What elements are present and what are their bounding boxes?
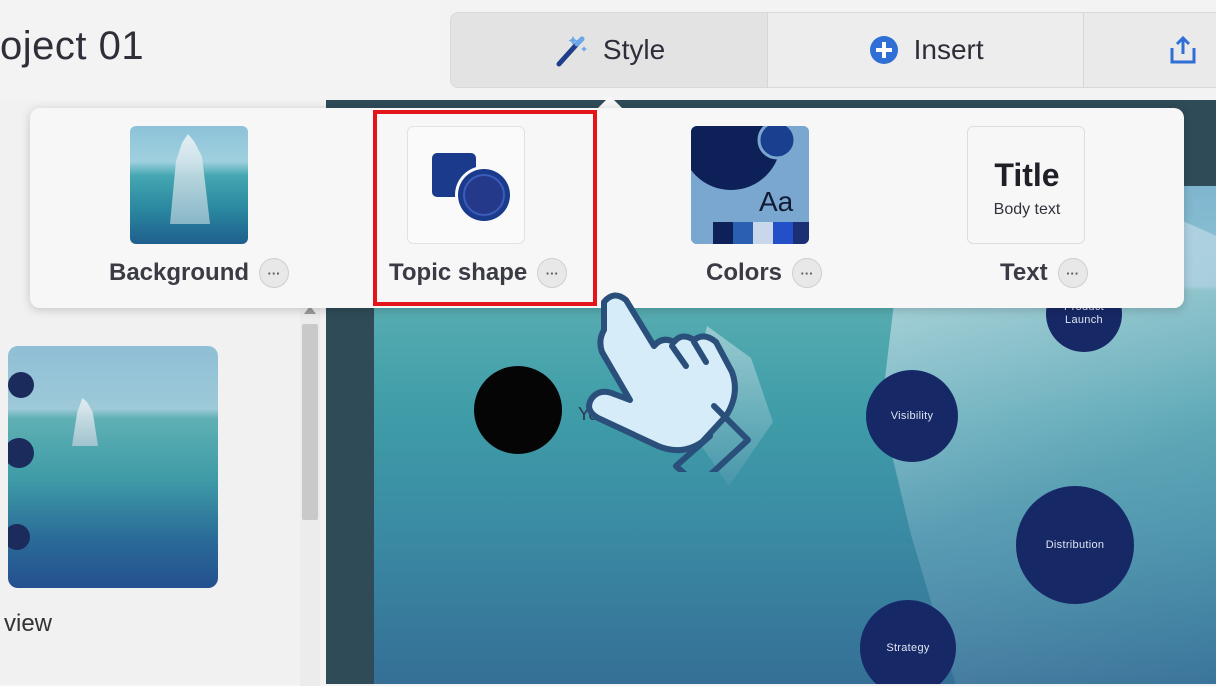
tab-insert-label: Insert: [913, 34, 984, 65]
tab-style-label: Style: [602, 34, 666, 65]
text-label: Text: [1000, 259, 1048, 286]
thumbnail-topic: [8, 372, 34, 398]
thumbnail-topic: [8, 438, 34, 468]
project-title[interactable]: oject 01: [0, 24, 144, 69]
text-more-button[interactable]: ···: [1057, 258, 1088, 288]
iceberg-graphic: [170, 134, 210, 224]
thumbnail-topic: [8, 524, 30, 550]
topic-visibility[interactable]: Visibility: [866, 370, 958, 462]
thumbnail-iceberg: [72, 398, 98, 446]
toolbar-tabs: Style Insert: [450, 12, 1216, 88]
colors-option-preview[interactable]: Aa: [691, 126, 809, 244]
background-option[interactable]: Background ···: [109, 258, 290, 288]
background-label: Background: [109, 259, 250, 286]
color-palette-icon: [691, 126, 809, 244]
text-preview-title: Title: [994, 157, 1060, 193]
topic-distribution[interactable]: Distribution: [1016, 486, 1134, 604]
tab-style[interactable]: Style: [451, 13, 769, 87]
background-more-button[interactable]: ···: [259, 258, 290, 288]
tab-insert[interactable]: Insert: [768, 13, 1085, 87]
topic-label: Distribution: [1045, 538, 1105, 551]
topic-label: Strategy: [886, 641, 930, 654]
colors-preview-text: Aa: [759, 186, 794, 217]
scrollbar-thumb[interactable]: [302, 324, 318, 520]
plus-circle-icon: [869, 36, 898, 64]
style-dropdown: Background ··· Topic shape ··· Aa Colors: [30, 108, 1184, 308]
magic-wand-icon: [556, 36, 587, 67]
share-upload-icon: [1170, 35, 1196, 64]
image-placeholder-circle[interactable]: [474, 366, 562, 454]
text-preview-body: Body text: [993, 201, 1061, 218]
top-bar: oject 01 Style Insert: [0, 0, 1216, 101]
tab-share[interactable]: [1084, 13, 1216, 87]
highlight-box: [373, 110, 597, 306]
thumbnail-label: view: [4, 610, 53, 637]
colors-more-button[interactable]: ···: [792, 258, 823, 288]
slide-thumbnail[interactable]: [8, 346, 218, 588]
text-option[interactable]: Text ···: [1000, 258, 1088, 288]
background-option-preview[interactable]: [130, 126, 248, 244]
hand-pointer-icon: [586, 292, 751, 472]
text-option-preview[interactable]: Title Body text: [967, 126, 1085, 244]
topic-label: Visibility: [890, 409, 934, 422]
